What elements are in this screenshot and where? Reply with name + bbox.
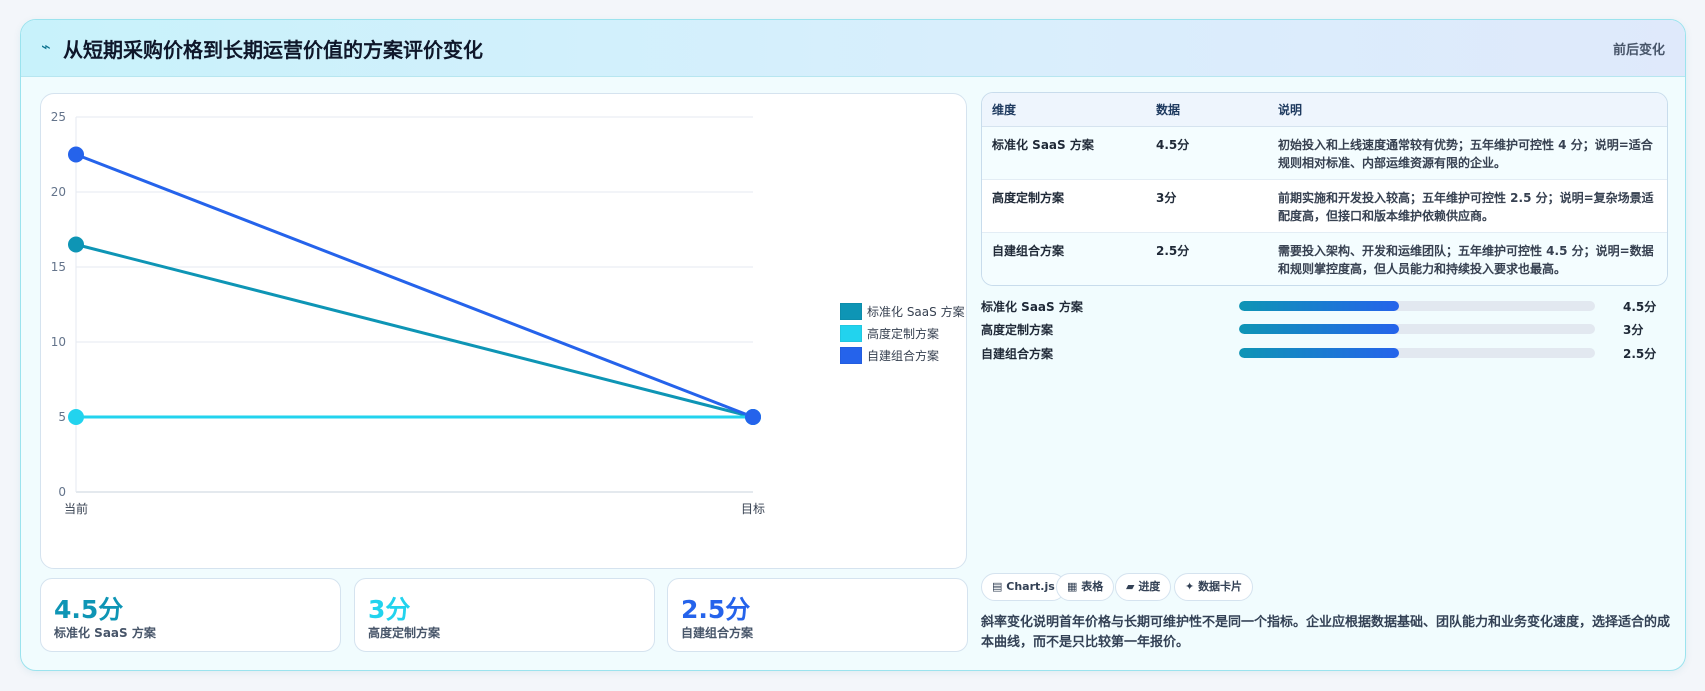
chart-panel: 0 5 10 15 20 25 当前 目标 标准化 SaaS 方案 高度定制方案 自建组合方案	[40, 93, 967, 569]
chip-chartjs[interactable]: ▤ Chart.js	[981, 573, 1066, 601]
progress-label: 高度定制方案	[981, 323, 1054, 337]
chart-icon: ▤	[992, 580, 1003, 593]
table-cell-description: 初始投入和上线速度通常较有优势；五年维护可控性 4 分；说明=适合规则相对标准、…	[1268, 126, 1667, 180]
chip-label: 表格	[1081, 580, 1104, 593]
y-tick-label: 25	[51, 110, 66, 124]
kpi-value: 3分	[368, 595, 411, 624]
table-cell-dimension: 高度定制方案	[982, 179, 1146, 233]
y-tick-label: 10	[51, 335, 66, 349]
sparkle-icon: ✦	[1185, 580, 1195, 593]
progress-value: 2.5分	[1623, 347, 1657, 361]
slope-chart: 0 5 10 15 20 25 当前 目标	[51, 110, 765, 516]
kpi-card-selfbuilt: 2.5分 自建组合方案	[667, 578, 968, 652]
legend-item-saas[interactable]: 标准化 SaaS 方案	[840, 300, 965, 322]
column-header-data: 数据	[1146, 93, 1268, 127]
progress-value: 3分	[1623, 323, 1644, 337]
y-tick-label: 15	[51, 260, 66, 274]
y-tick-label: 0	[58, 485, 66, 499]
progress-fill	[1239, 324, 1400, 334]
series-line-2	[75, 153, 754, 419]
table-header-row: 维度 数据 说明	[982, 93, 1667, 127]
header-bar: ⌁ 从短期采购价格到长期运营价值的方案评价变化 前后变化	[21, 20, 1685, 77]
kpi-label: 标准化 SaaS 方案	[54, 626, 156, 640]
table-cell-dimension: 自建组合方案	[982, 232, 1146, 285]
page-title: 从短期采购价格到长期运营价值的方案评价变化	[63, 38, 483, 62]
kpi-value: 2.5分	[681, 595, 751, 624]
chip-data-card[interactable]: ✦ 数据卡片	[1174, 573, 1254, 601]
before-after-label: 前后变化	[1612, 43, 1665, 58]
legend-swatch-selfbuilt	[840, 346, 862, 364]
table-cell-data: 2.5分	[1146, 232, 1268, 285]
table-row: 高度定制方案 3分 前期实施和开发投入较高；五年维护可控性 2.5 分；说明=复…	[982, 179, 1667, 233]
progress-fill	[1239, 348, 1400, 358]
chip-label: 数据卡片	[1198, 580, 1243, 593]
kpi-cards: 4.5分 标准化 SaaS 方案 3分 高度定制方案 2.5分 自建组合方案	[40, 578, 968, 652]
kpi-label: 自建组合方案	[681, 626, 754, 640]
progress-track	[1239, 301, 1595, 311]
chip-label: 进度	[1138, 580, 1161, 593]
kpi-label: 高度定制方案	[368, 626, 441, 640]
legend-item-custom[interactable]: 高度定制方案	[840, 322, 965, 344]
chip-progress[interactable]: ▰ 进度	[1115, 573, 1172, 601]
x-tick-label: 当前	[64, 501, 88, 516]
x-tick-label: 目标	[741, 502, 765, 516]
data-point-1-0	[68, 409, 84, 425]
table-cell-data: 3分	[1146, 179, 1268, 233]
legend-swatch-custom	[840, 324, 862, 342]
column-header-description: 说明	[1268, 93, 1667, 127]
progress-fill	[1239, 301, 1400, 311]
table-row: 自建组合方案 2.5分 需要投入架构、开发和运维团队；五年维护可控性 4.5 分…	[982, 232, 1667, 285]
kpi-value: 4.5分	[54, 595, 124, 624]
sparkline-icon: ⌁	[41, 37, 51, 56]
progress-track	[1239, 324, 1595, 334]
data-table: 维度 数据 说明 标准化 SaaS 方案 4.5分 初始投入和上线速度通常较有优…	[981, 92, 1668, 286]
legend-item-selfbuilt[interactable]: 自建组合方案	[840, 344, 965, 366]
kpi-card-custom: 3分 高度定制方案	[354, 578, 655, 652]
legend-swatch-saas	[840, 302, 862, 320]
chart-legend[interactable]: 标准化 SaaS 方案 高度定制方案 自建组合方案	[840, 300, 965, 366]
progress-value: 4.5分	[1623, 300, 1657, 314]
progress-track	[1239, 348, 1595, 358]
legend-label-selfbuilt: 自建组合方案	[867, 348, 940, 363]
table-row: 标准化 SaaS 方案 4.5分 初始投入和上线速度通常较有优势；五年维护可控性…	[982, 126, 1667, 180]
progress-row-saas: 标准化 SaaS 方案 4.5分	[981, 296, 1666, 316]
chip-label: Chart.js	[1006, 580, 1055, 593]
y-tick-label: 20	[51, 185, 66, 199]
progress-icon: ▰	[1126, 580, 1135, 593]
table-icon: ▦	[1067, 580, 1078, 593]
kpi-card-saas: 4.5分 标准化 SaaS 方案	[40, 578, 341, 652]
legend-label-saas: 标准化 SaaS 方案	[867, 304, 965, 319]
summary-note: 斜率变化说明首年价格与长期可维护性不是同一个指标。企业应根据数据基础、团队能力和…	[981, 615, 1671, 650]
progress-label: 自建组合方案	[981, 347, 1054, 361]
progress-label: 标准化 SaaS 方案	[981, 300, 1083, 314]
column-header-dimension: 维度	[982, 93, 1146, 127]
progress-row-selfbuilt: 自建组合方案 2.5分	[981, 343, 1666, 363]
data-point-0-0	[68, 236, 84, 253]
progress-row-custom: 高度定制方案 3分	[981, 319, 1666, 339]
table-cell-dimension: 标准化 SaaS 方案	[982, 126, 1146, 180]
y-tick-label: 5	[58, 410, 66, 424]
table-cell-description: 需要投入架构、开发和运维团队；五年维护可控性 4.5 分；说明=数据和规则掌控度…	[1268, 232, 1667, 285]
data-point-2-0	[68, 146, 84, 163]
legend-label-custom: 高度定制方案	[867, 326, 940, 341]
data-point-2-1	[745, 409, 761, 425]
table-cell-description: 前期实施和开发投入较高；五年维护可控性 2.5 分；说明=复杂场景适配度高，但接…	[1268, 179, 1667, 233]
main-card: ⌁ 从短期采购价格到长期运营价值的方案评价变化 前后变化 0 5 10 15 20 25 当…	[20, 19, 1686, 671]
table-cell-data: 4.5分	[1146, 126, 1268, 180]
chip-table[interactable]: ▦ 表格	[1056, 573, 1115, 601]
series-line-0	[75, 243, 754, 419]
